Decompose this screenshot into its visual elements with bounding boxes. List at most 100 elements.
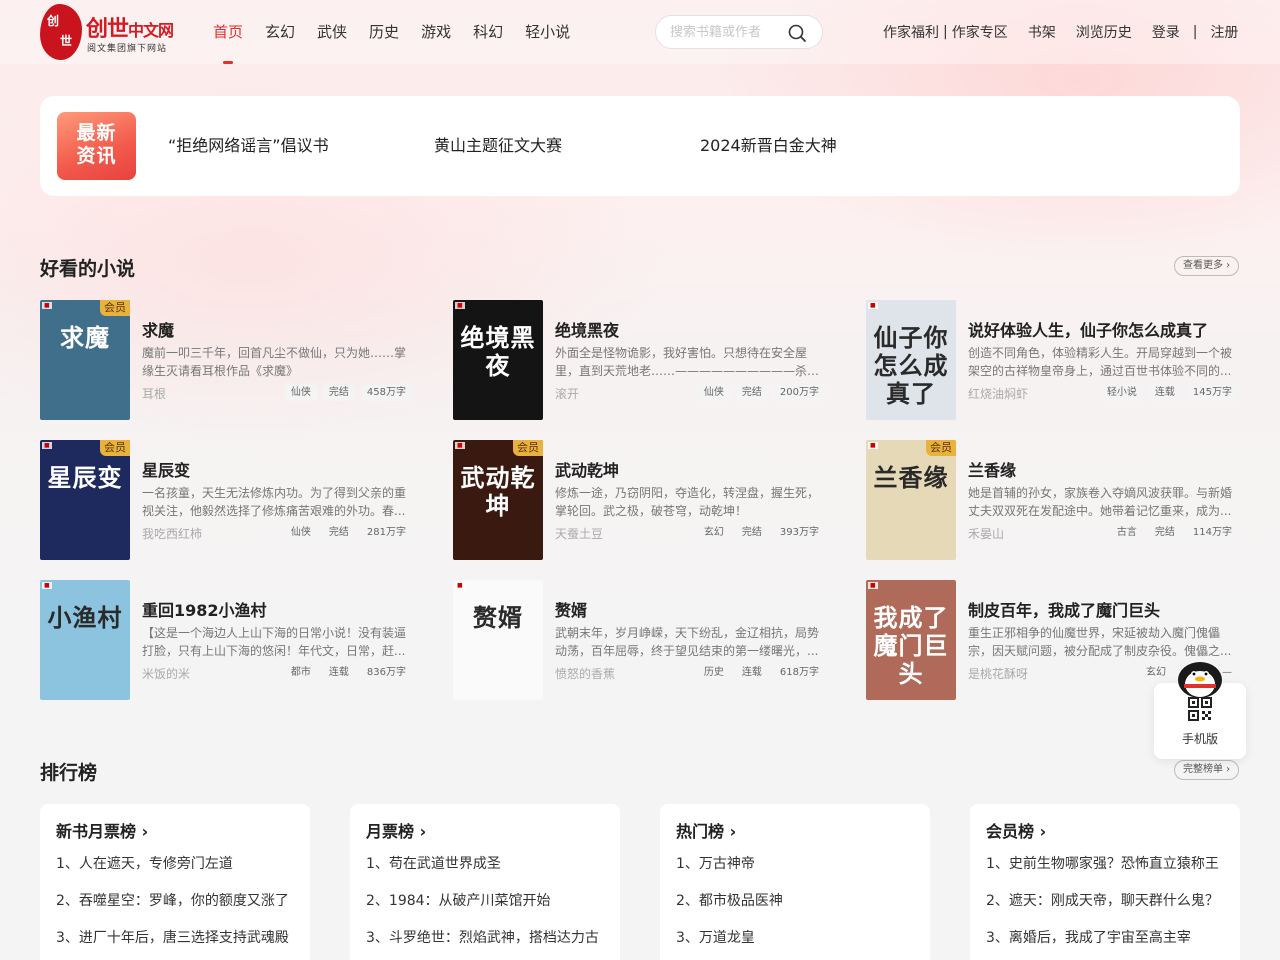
book-author[interactable]: 是桃花酥呀 xyxy=(968,665,1028,682)
book-cover[interactable]: ■ 小渔村 xyxy=(40,580,130,700)
book-tag: 完结 xyxy=(735,385,768,401)
book-card[interactable]: ■ 星辰变 会员 星辰变 一名孩童，天生无法修炼内功。为了得到父亲的重视关注，他毅然选择… xyxy=(40,440,412,560)
book-author[interactable]: 米饭的米 xyxy=(142,665,190,682)
book-description: 魔前一叩三千年，回首凡尘不做仙，只为她……掌缘生灭请看耳根作品《求魔》 xyxy=(142,346,407,378)
cover-title: 武动乾坤 xyxy=(460,464,536,520)
book-tags: 古言 完结 114万字 xyxy=(1105,525,1238,541)
book-title[interactable]: 星辰变 xyxy=(142,457,190,481)
cover-title: 求魔 xyxy=(60,324,110,352)
site-logo[interactable]: 创 世 创世中文网 阅文集团旗下网站 xyxy=(40,3,185,61)
rank-item[interactable]: 2、吞噬星空：罗峰，你的额度又涨了 xyxy=(56,890,289,910)
rank-title[interactable]: 热门榜 › xyxy=(676,818,736,842)
book-card[interactable]: ■ 仙子你怎么成真了 说好体验人生，仙子你怎么成真了 创造不同角色，体验精彩人生。开局… xyxy=(866,300,1238,420)
book-title[interactable]: 赘婿 xyxy=(555,597,587,621)
rank-title[interactable]: 新书月票榜 › xyxy=(56,818,148,842)
book-title[interactable]: 绝境黑夜 xyxy=(555,317,619,341)
publisher-mark: ■ xyxy=(42,582,52,589)
nav-item-wuxia[interactable]: 武侠 xyxy=(317,0,347,64)
rank-item[interactable]: 1、万古神帝 xyxy=(676,853,755,873)
rank-title[interactable]: 会员榜 › xyxy=(986,818,1046,842)
rank-item[interactable]: 3、万道龙皇 xyxy=(676,927,755,947)
book-cover[interactable]: ■ 我成了魔门巨头 xyxy=(866,580,956,700)
news-item[interactable]: “拒绝网络谣言”倡议书 xyxy=(168,132,329,156)
nav-item-home[interactable]: 首页 xyxy=(213,0,243,64)
book-description: 修炼一途，乃窃阴阳，夺造化，转涅盘，握生死，掌轮回。武之极，破苍穹，动乾坤！ xyxy=(555,486,820,518)
publisher-mark: ■ xyxy=(455,302,465,309)
book-tag: 完结 xyxy=(1148,525,1181,541)
nav-item-light-novel[interactable]: 轻小说 xyxy=(525,0,570,64)
book-tag: 轻小说 xyxy=(1100,385,1143,401)
nav-item-xuanhuan[interactable]: 玄幻 xyxy=(265,0,295,64)
book-author[interactable]: 我吃西红柿 xyxy=(142,525,202,542)
rank-item[interactable]: 2、都市极品医神 xyxy=(676,890,783,910)
author-zone-link[interactable]: 作家专区 xyxy=(952,22,1008,42)
view-more-button[interactable]: 查看更多 › xyxy=(1174,256,1240,276)
news-item[interactable]: 黄山主题征文大赛 xyxy=(434,132,562,156)
cover-title: 我成了魔门巨头 xyxy=(873,604,949,688)
book-cover[interactable]: ■ 仙子你怎么成真了 xyxy=(866,300,956,420)
publisher-mark: ■ xyxy=(42,442,52,449)
book-title[interactable]: 重回1982小渔村 xyxy=(142,597,267,621)
book-author[interactable]: 禾晏山 xyxy=(968,525,1004,542)
rank-item[interactable]: 3、离婚后，我成了宇宙至高主宰 xyxy=(986,927,1191,947)
book-title[interactable]: 制皮百年，我成了魔门巨头 xyxy=(968,597,1160,621)
login-link[interactable]: 登录 xyxy=(1152,22,1180,42)
nav-item-history[interactable]: 历史 xyxy=(369,0,399,64)
book-card[interactable]: ■ 绝境黑夜 绝境黑夜 外面全是怪物诡影，我好害怕。只想待在安全屋里，直到天荒地老……… xyxy=(453,300,825,420)
book-title[interactable]: 说好体验人生，仙子你怎么成真了 xyxy=(968,317,1208,341)
book-tag: 145万字 xyxy=(1186,385,1238,401)
register-link[interactable]: 注册 xyxy=(1210,22,1238,42)
browse-history-link[interactable]: 浏览历史 xyxy=(1076,22,1132,42)
nav-item-scifi[interactable]: 科幻 xyxy=(473,0,503,64)
book-card[interactable]: ■ 赘婿 赘婿 武朝末年，岁月峥嵘，天下纷乱，金辽相抗，局势动荡，百年屈辱，终于望见结… xyxy=(453,580,825,700)
book-tag: 玄幻 xyxy=(697,525,730,541)
book-card[interactable]: ■ 兰香缘 会员 兰香缘 她是首辅的孙女，家族卷入夺嫡风波获罪。与新婚丈夫双双死在发配途… xyxy=(866,440,1238,560)
book-card[interactable]: ■ 小渔村 重回1982小渔村 【这是一个海边人上山下海的日常小说！没有装逼打脸，只有… xyxy=(40,580,412,700)
book-tag: 都市 xyxy=(284,665,317,681)
book-cover[interactable]: ■ 赘婿 xyxy=(453,580,543,700)
rank-item[interactable]: 3、斗罗绝世：烈焰武神，搭档达力古 xyxy=(366,927,599,947)
book-card[interactable]: ■ 武动乾坤 会员 武动乾坤 修炼一途，乃窃阴阳，夺造化，转涅盘，握生死，掌轮回。武之极… xyxy=(453,440,825,560)
rank-card-hot: 热门榜 › 1、万古神帝 2、都市极品医神 3、万道龙皇 xyxy=(660,804,930,960)
publisher-mark: ■ xyxy=(868,442,878,449)
book-title[interactable]: 求魔 xyxy=(142,317,174,341)
news-bar: 最新 资讯 “拒绝网络谣言”倡议书 黄山主题征文大赛 2024新晋白金大神 xyxy=(40,96,1240,196)
book-author[interactable]: 滚开 xyxy=(555,385,579,402)
full-ranking-button[interactable]: 完整榜单 › xyxy=(1174,760,1240,780)
publisher-mark: ■ xyxy=(868,582,878,589)
book-author[interactable]: 天蚕土豆 xyxy=(555,525,603,542)
book-title[interactable]: 武动乾坤 xyxy=(555,457,619,481)
book-title[interactable]: 兰香缘 xyxy=(968,457,1016,481)
link-divider: | xyxy=(943,24,948,40)
header-links: 作家福利 | 作家专区 书架 浏览历史 登录 | 注册 xyxy=(883,0,1238,64)
news-badge: 最新 资讯 xyxy=(57,112,136,180)
bookshelf-link[interactable]: 书架 xyxy=(1028,22,1056,42)
book-cover[interactable]: ■ 星辰变 会员 xyxy=(40,440,130,560)
book-author[interactable]: 红烧油焖虾 xyxy=(968,385,1028,402)
logo-seal: 创 世 xyxy=(40,4,82,60)
book-cover[interactable]: ■ 绝境黑夜 xyxy=(453,300,543,420)
book-author[interactable]: 耳根 xyxy=(142,385,166,402)
nav-item-games[interactable]: 游戏 xyxy=(421,0,451,64)
vip-badge: 会员 xyxy=(100,440,130,456)
author-welfare-link[interactable]: 作家福利 xyxy=(883,22,939,42)
book-cover[interactable]: ■ 武动乾坤 会员 xyxy=(453,440,543,560)
search-icon[interactable] xyxy=(787,23,807,43)
book-cover[interactable]: ■ 求魔 会员 xyxy=(40,300,130,420)
rank-title[interactable]: 月票榜 › xyxy=(366,818,426,842)
rank-item[interactable]: 2、1984：从破产川菜馆开始 xyxy=(366,890,551,910)
book-cover[interactable]: ■ 兰香缘 会员 xyxy=(866,440,956,560)
search-input[interactable] xyxy=(670,23,790,41)
rank-item[interactable]: 1、苟在武道世界成圣 xyxy=(366,853,501,873)
vip-badge: 会员 xyxy=(100,300,130,316)
book-card[interactable]: ■ 求魔 会员 求魔 魔前一叩三千年，回首凡尘不做仙，只为她……掌缘生灭请看耳根作品《求… xyxy=(40,300,412,420)
rank-item[interactable]: 1、人在遮天，专修旁门左道 xyxy=(56,853,233,873)
rank-item[interactable]: 2、遮天：刚成天帝，聊天群什么鬼？ xyxy=(986,890,1219,910)
rank-item[interactable]: 1、史前生物哪家强？恐怖直立猿称王 xyxy=(986,853,1219,873)
news-item[interactable]: 2024新晋白金大神 xyxy=(700,132,837,156)
book-tag: 458万字 xyxy=(360,385,412,401)
book-tags: 仙侠 完结 200万字 xyxy=(692,385,825,401)
book-author[interactable]: 愤怒的香蕉 xyxy=(555,665,615,682)
book-tag: 完结 xyxy=(322,385,355,401)
rank-item[interactable]: 3、进厂十年后，唐三选择支持武魂殿 xyxy=(56,927,289,947)
